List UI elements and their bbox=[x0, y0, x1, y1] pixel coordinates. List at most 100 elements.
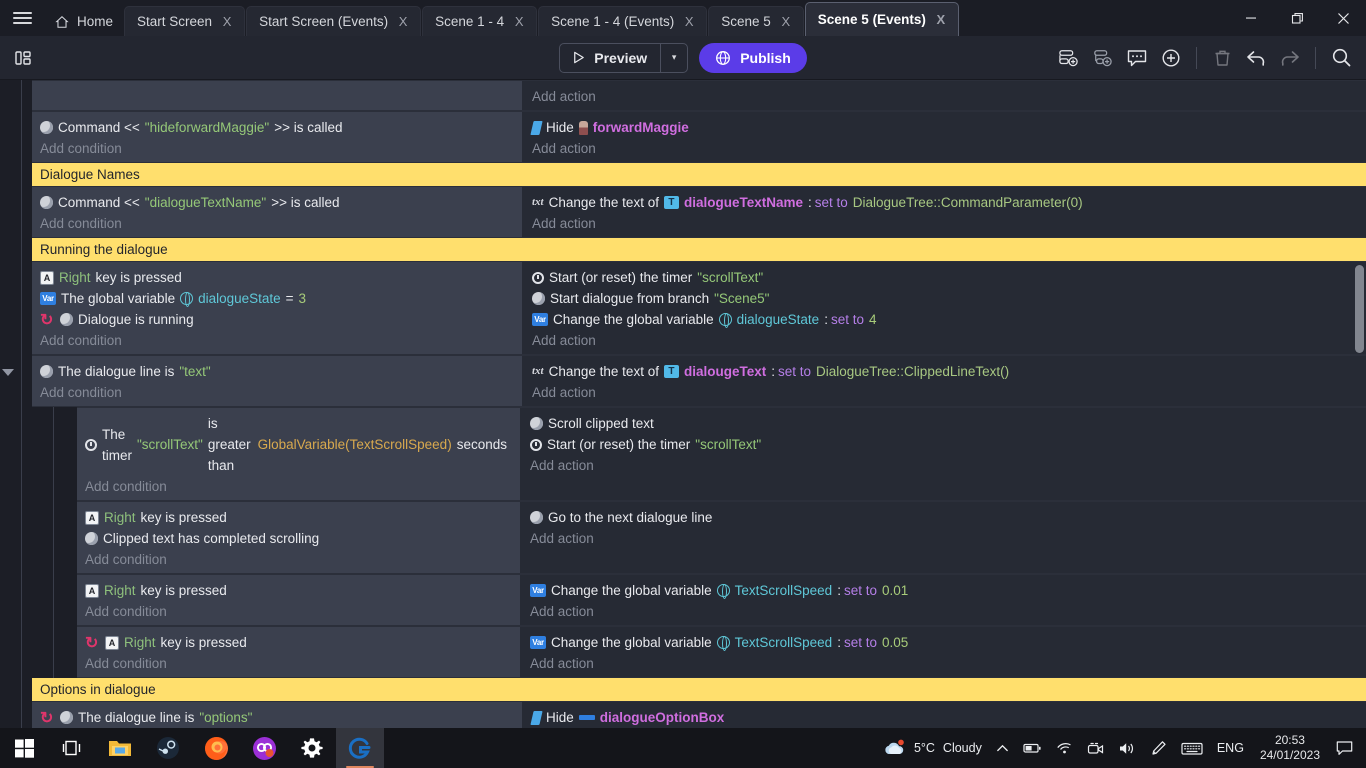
action-line[interactable]: Var Change the global variable TextScrollS… bbox=[530, 580, 1358, 601]
event-group-row[interactable]: Options in dialogue bbox=[0, 678, 1366, 701]
close-icon[interactable]: X bbox=[395, 15, 411, 28]
action-line[interactable]: Scroll clipped text bbox=[530, 413, 1358, 434]
add-condition-link[interactable]: Add condition bbox=[40, 382, 514, 403]
weather-widget[interactable]: 5°C Cloudy bbox=[875, 728, 989, 768]
group-title[interactable]: Dialogue Names bbox=[32, 163, 1366, 186]
event-group-row[interactable]: Running the dialogue bbox=[0, 238, 1366, 261]
tab-start-screen[interactable]: Start Screen X bbox=[124, 6, 246, 36]
actions-column[interactable]: txt Change the text of dialogueTextName:se… bbox=[522, 186, 1366, 238]
redo-button[interactable] bbox=[1275, 41, 1305, 75]
steam-button[interactable] bbox=[144, 728, 192, 768]
pen-button[interactable] bbox=[1143, 728, 1174, 768]
event-gutter[interactable] bbox=[0, 574, 77, 626]
condition-line[interactable]: A Right key is pressed bbox=[40, 267, 514, 288]
search-button[interactable] bbox=[1326, 41, 1356, 75]
conditions-column[interactable]: A Right key is pressed Clipped text has com… bbox=[77, 501, 520, 574]
condition-line[interactable] bbox=[40, 86, 514, 107]
add-event-button[interactable] bbox=[1054, 41, 1084, 75]
action-line[interactable]: Start (or reset) the timer "scrollText" bbox=[530, 434, 1358, 455]
actions-column[interactable]: Scroll clipped text Start (or reset) the … bbox=[520, 407, 1366, 501]
event-gutter[interactable] bbox=[0, 238, 32, 261]
event-gutter[interactable] bbox=[0, 626, 77, 678]
firefox-button[interactable] bbox=[192, 728, 240, 768]
tab-start-screen-events[interactable]: Start Screen (Events) X bbox=[246, 6, 422, 36]
touch-keyboard-button[interactable] bbox=[1174, 728, 1210, 768]
add-condition-link[interactable]: Add condition bbox=[85, 549, 512, 570]
add-condition-link[interactable]: Add condition bbox=[40, 330, 514, 351]
toggle-panels-button[interactable] bbox=[0, 36, 46, 80]
chevron-down-icon[interactable]: ▾ bbox=[660, 43, 687, 72]
action-line[interactable]: Hide dialogueOptionBox bbox=[530, 707, 1358, 728]
conditions-column[interactable]: Command << "hideforwardMaggie" >> is calle… bbox=[32, 111, 522, 163]
add-condition-link[interactable]: Add condition bbox=[85, 653, 512, 674]
add-action-link[interactable]: Add action bbox=[532, 330, 1358, 351]
main-menu-button[interactable] bbox=[0, 0, 44, 36]
event-gutter[interactable] bbox=[0, 407, 77, 501]
close-icon[interactable]: X bbox=[219, 15, 235, 28]
settings-button[interactable] bbox=[288, 728, 336, 768]
add-action-link[interactable]: Add action bbox=[532, 138, 1358, 159]
event-sheet[interactable]: Add action Command << "hideforwardMaggie" >… bbox=[0, 80, 1366, 728]
action-line[interactable]: Var Change the global variable TextScrollS… bbox=[530, 632, 1358, 653]
language-indicator[interactable]: ENG bbox=[1210, 728, 1251, 768]
vertical-scrollbar-thumb[interactable] bbox=[1355, 265, 1364, 353]
event-row[interactable]: Command << "dialogueTextName" >> is called… bbox=[0, 186, 1366, 238]
tab-home[interactable]: Home bbox=[44, 6, 123, 36]
group-banner[interactable]: Running the dialogue bbox=[32, 238, 1366, 261]
condition-line[interactable]: A Right key is pressed bbox=[85, 507, 512, 528]
actions-column[interactable]: Hide forwardMaggie Add action bbox=[522, 111, 1366, 163]
condition-line[interactable]: Command << "dialogueTextName" >> is called bbox=[40, 192, 514, 213]
condition-line[interactable]: Command << "hideforwardMaggie" >> is calle… bbox=[40, 117, 514, 138]
add-condition-link[interactable]: Add condition bbox=[85, 601, 512, 622]
minimize-button[interactable] bbox=[1228, 0, 1274, 36]
add-action-link[interactable]: Add action bbox=[532, 86, 1358, 107]
add-action-link[interactable]: Add action bbox=[532, 213, 1358, 234]
actions-column[interactable]: Add action bbox=[522, 80, 1366, 111]
maximize-button[interactable] bbox=[1274, 0, 1320, 36]
condition-line[interactable]: Clipped text has completed scrolling bbox=[85, 528, 512, 549]
add-action-link[interactable]: Add action bbox=[530, 455, 1358, 476]
condition-line[interactable]: Dialogue is running bbox=[40, 309, 514, 331]
battery-button[interactable] bbox=[1016, 728, 1049, 768]
volume-button[interactable] bbox=[1111, 728, 1143, 768]
tab-scene-5[interactable]: Scene 5 X bbox=[708, 6, 804, 36]
clock[interactable]: 20:53 24/01/2023 bbox=[1251, 733, 1329, 763]
event-row[interactable]: Command << "hideforwardMaggie" >> is calle… bbox=[0, 111, 1366, 163]
publish-button[interactable]: Publish bbox=[699, 42, 807, 73]
add-condition-link[interactable]: Add condition bbox=[40, 213, 514, 234]
add-comment-button[interactable] bbox=[1122, 41, 1152, 75]
gdevelop-button[interactable] bbox=[336, 728, 384, 768]
add-action-link[interactable]: Add action bbox=[530, 528, 1358, 549]
group-title[interactable]: Running the dialogue bbox=[32, 238, 1366, 261]
group-title[interactable]: Options in dialogue bbox=[32, 678, 1366, 701]
action-line[interactable]: txt Change the text of dialougeText:set to… bbox=[532, 361, 1358, 382]
conditions-column[interactable]: The timer "scrollText" is greater than Glob… bbox=[77, 407, 520, 501]
group-banner[interactable]: Dialogue Names bbox=[32, 163, 1366, 186]
event-row[interactable]: Add action bbox=[0, 80, 1366, 111]
tab-scene-5-events[interactable]: Scene 5 (Events) X bbox=[804, 2, 959, 36]
show-hidden-icons-button[interactable] bbox=[989, 728, 1016, 768]
conditions-column[interactable]: A Right key is pressed Add condition bbox=[77, 574, 520, 626]
condition-line[interactable]: The dialogue line is "options" bbox=[40, 707, 514, 729]
preview-button[interactable]: Preview bbox=[560, 44, 660, 72]
condition-line[interactable]: The dialogue line is "text" bbox=[40, 361, 514, 382]
event-row[interactable]: A Right key is pressed Clipped text has com… bbox=[0, 501, 1366, 574]
action-line[interactable]: txt Change the text of dialogueTextName:se… bbox=[532, 192, 1358, 213]
tab-scene-1-4[interactable]: Scene 1 - 4 X bbox=[422, 6, 538, 36]
meet-now-button[interactable] bbox=[1080, 728, 1111, 768]
actions-column[interactable]: Var Change the global variable TextScrollS… bbox=[520, 574, 1366, 626]
add-button[interactable] bbox=[1156, 41, 1186, 75]
add-condition-link[interactable]: Add condition bbox=[85, 476, 512, 497]
event-row[interactable]: A Right key is pressed Add condition Var Chan… bbox=[0, 574, 1366, 626]
event-row[interactable]: The timer "scrollText" is greater than Glob… bbox=[0, 407, 1366, 501]
conditions-column[interactable]: A Right key is pressed Add condition bbox=[77, 626, 520, 678]
event-row[interactable]: A Right key is pressed Var The global variab… bbox=[0, 261, 1366, 355]
conditions-column[interactable]: The dialogue line is"options"Add conditi… bbox=[32, 701, 522, 728]
event-gutter[interactable] bbox=[0, 80, 32, 111]
condition-line[interactable]: The timer "scrollText" is greater than Glob… bbox=[85, 413, 512, 476]
actions-column[interactable]: Var Change the global variable TextScrollS… bbox=[520, 626, 1366, 678]
close-icon[interactable]: X bbox=[933, 13, 949, 26]
close-button[interactable] bbox=[1320, 0, 1366, 36]
condition-line[interactable]: A Right key is pressed bbox=[85, 580, 512, 601]
event-row[interactable]: A Right key is pressed Add condition Var Chan… bbox=[0, 626, 1366, 678]
